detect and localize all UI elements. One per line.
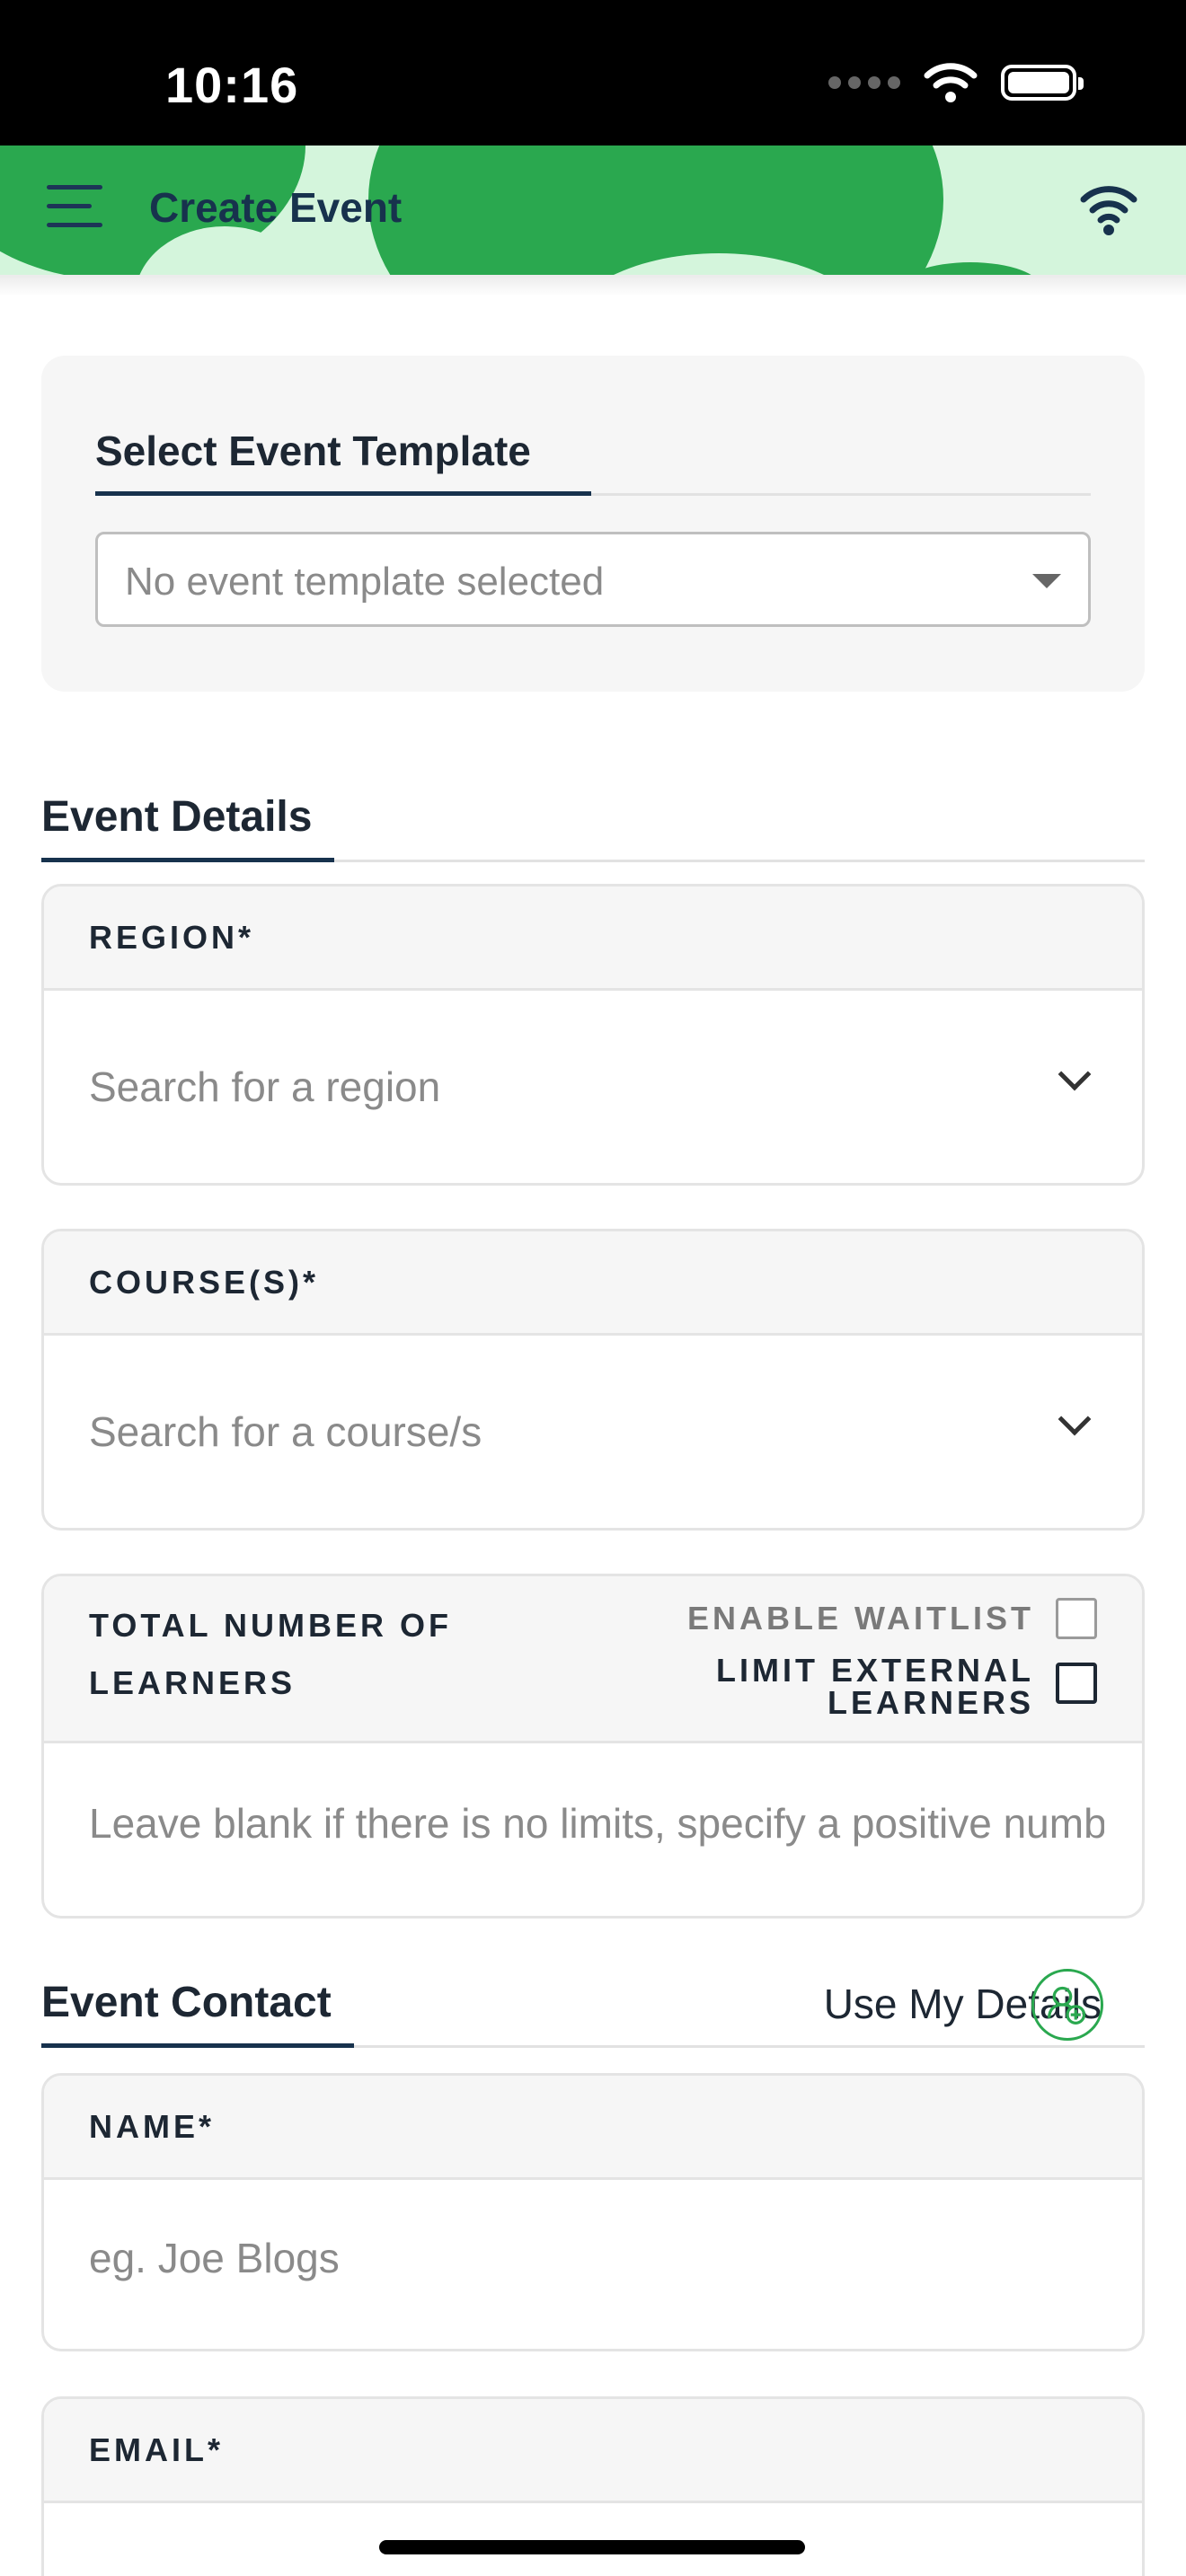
menu-icon[interactable] <box>47 185 102 230</box>
courses-header: COURSE(S)* <box>44 1231 1142 1336</box>
name-field: NAME* eg. Joe Blogs <box>41 2073 1145 2351</box>
region-header: REGION* <box>44 887 1142 991</box>
learners-label-line2: LEARNERS <box>89 1664 296 1701</box>
user-add-icon[interactable] <box>1031 1969 1103 2041</box>
battery-icon <box>1001 65 1084 101</box>
courses-field: COURSE(S)* Search for a course/s <box>41 1229 1145 1531</box>
template-tabs: Select Event Template <box>95 420 1091 496</box>
event-details-heading: Event Details <box>41 792 334 862</box>
enable-waitlist-checkbox[interactable] <box>1056 1598 1097 1639</box>
chevron-down-icon[interactable] <box>1058 1057 1092 1091</box>
name-input[interactable]: eg. Joe Blogs <box>89 2234 1077 2282</box>
status-time: 10:16 <box>165 57 299 113</box>
dropdown-arrow-icon <box>1032 574 1061 588</box>
app-header: Create Event <box>0 146 1186 275</box>
name-header: NAME* <box>44 2076 1142 2180</box>
select-event-template-heading: Select Event Template <box>95 427 591 496</box>
learners-label-line1: TOTAL NUMBER OF <box>89 1607 452 1644</box>
courses-search-input[interactable]: Search for a course/s <box>89 1407 987 1456</box>
cellular-signal-icon <box>828 76 900 89</box>
region-field: REGION* Search for a region <box>41 884 1145 1186</box>
courses-label: COURSE(S)* <box>89 1264 320 1301</box>
region-search-input[interactable]: Search for a region <box>89 1063 987 1111</box>
template-card <box>41 356 1145 692</box>
chevron-down-icon[interactable] <box>1058 1402 1092 1436</box>
event-template-value: No event template selected <box>125 560 605 604</box>
learners-header: TOTAL NUMBER OF LEARNERS ENABLE WAITLIST… <box>44 1576 1142 1743</box>
limit-external-label-line1: LIMIT EXTERNAL <box>716 1652 1034 1689</box>
learners-field: TOTAL NUMBER OF LEARNERS ENABLE WAITLIST… <box>41 1574 1145 1919</box>
region-label: REGION* <box>89 919 255 956</box>
status-bar: 10:16 <box>0 0 1186 146</box>
email-header: EMAIL* <box>44 2399 1142 2503</box>
event-details-tabs: Event Details <box>41 787 1145 862</box>
name-label: NAME* <box>89 2108 216 2145</box>
enable-waitlist-label: ENABLE WAITLIST <box>687 1600 1034 1636</box>
page-title: Create Event <box>149 184 403 231</box>
home-indicator <box>379 2540 805 2554</box>
status-icons <box>828 63 1084 102</box>
event-template-select[interactable]: No event template selected <box>95 532 1091 627</box>
wifi-icon <box>924 63 978 102</box>
limit-external-checkbox[interactable] <box>1056 1663 1097 1704</box>
learners-limit-input[interactable]: Leave blank if there is no limits, speci… <box>89 1799 1104 1848</box>
limit-external-label-line2: LEARNERS <box>827 1684 1034 1721</box>
event-contact-heading: Event Contact <box>41 1978 354 2048</box>
connection-wifi-icon[interactable] <box>1078 178 1139 237</box>
header-shadow <box>0 275 1186 296</box>
email-label: EMAIL* <box>89 2431 224 2468</box>
